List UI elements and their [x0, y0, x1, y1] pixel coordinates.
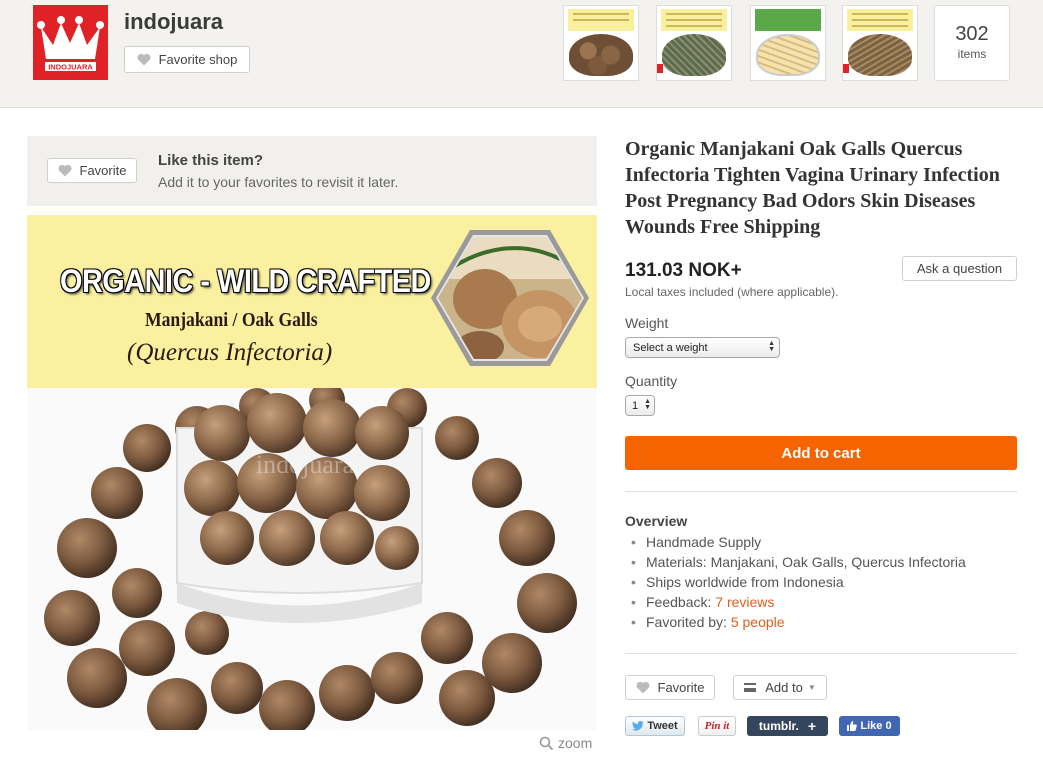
shop-item-thumbnail[interactable]: [656, 5, 732, 81]
reviews-link[interactable]: 7 reviews: [715, 594, 774, 610]
quantity-label: Quantity: [625, 373, 678, 389]
banner-subtitle: Manjakani / Oak Galls: [145, 309, 318, 331]
overview-item-text: Favorited by:: [646, 614, 731, 630]
weight-select[interactable]: Select a weight ▲ ▼: [625, 337, 780, 358]
thumbnail-text-line: [666, 19, 722, 21]
favorite-shop-label: Favorite shop: [158, 52, 238, 67]
thumbs-up-icon: [847, 721, 858, 731]
thumbnail-text-line: [666, 25, 722, 27]
overview-item: • Ships worldwide from Indonesia: [631, 574, 844, 590]
thumbnail-text-line: [573, 13, 629, 15]
quantity-select[interactable]: 1 ▲ ▼: [625, 395, 655, 416]
quantity-value: 1: [632, 399, 639, 412]
items-label: items: [957, 47, 987, 61]
image-banner: ORGANIC - WILD CRAFTED Manjakani / Oak G…: [27, 215, 597, 388]
items-count: 302: [955, 23, 989, 45]
listing-title: Organic Manjakani Oak Galls Quercus Infe…: [625, 138, 1000, 238]
chevron-down-icon: ▼: [807, 683, 816, 692]
favorite-item-button[interactable]: Favorite: [47, 158, 137, 183]
favorite-prompt: Favorite Like this item? Add it to your …: [27, 136, 597, 206]
thumbnail-flag: [843, 64, 849, 73]
thumbnail-product: [756, 34, 820, 76]
tumblr-button[interactable]: tumblr. +: [747, 716, 828, 736]
favorite-shop-button[interactable]: Favorite shop: [124, 46, 250, 73]
tweet-button[interactable]: Tweet: [625, 716, 685, 736]
magnifier-icon: [539, 736, 554, 750]
logo-text: INDOJUARA: [48, 63, 93, 72]
tumblr-label: tumblr.: [758, 719, 799, 733]
zoom-label: zoom: [558, 735, 593, 751]
watermark: indojuara: [256, 450, 355, 479]
overview-item-text: Materials: Manjakani, Oak Galls, Quercus…: [646, 554, 966, 570]
thumbnail-text-line: [852, 25, 908, 27]
tweet-label: Tweet: [647, 720, 678, 732]
thumbnail-text-line: [666, 13, 722, 15]
thumbnail-product: [848, 34, 912, 76]
overview-item-text: Feedback:: [646, 594, 716, 610]
overview-title: Overview: [625, 513, 688, 529]
product-image[interactable]: ORGANIC - WILD CRAFTED Manjakani / Oak G…: [27, 215, 597, 730]
overview-item: • Materials: Manjakani, Oak Galls, Quercu…: [631, 554, 966, 570]
ask-question-button[interactable]: Ask a question: [902, 256, 1017, 281]
facebook-like-button[interactable]: Like 0: [839, 716, 900, 736]
thumbnail-banner: [755, 9, 821, 31]
zoom-button[interactable]: zoom: [539, 735, 592, 751]
list-icon: [744, 683, 757, 692]
overview-list: • Handmade Supply • Materials: Manjakani, …: [631, 532, 966, 632]
shop-logo[interactable]: INDOJUARA: [33, 5, 108, 80]
weight-select-value: Select a weight: [633, 341, 708, 354]
overview-item-text: Ships worldwide from Indonesia: [646, 574, 844, 590]
select-arrows-icon: ▲ ▼: [644, 398, 651, 411]
heart-icon: [137, 53, 151, 66]
weight-label: Weight: [625, 315, 669, 331]
favorited-by-link[interactable]: 5 people: [731, 614, 785, 630]
like-label: Like 0: [860, 720, 892, 732]
thumbnail-flag: [657, 64, 663, 73]
pinterest-button[interactable]: Pin it: [698, 716, 736, 736]
shop-item-thumbnail[interactable]: [563, 5, 639, 81]
overview-item: • Feedback: 7 reviews: [631, 594, 775, 610]
shop-item-thumbnail[interactable]: [750, 5, 826, 81]
shop-header: INDOJUARA indojuara Favorite shop 302 it…: [0, 0, 1043, 108]
overview-item-text: Handmade Supply: [646, 534, 762, 550]
hexagon-photo: [431, 230, 589, 366]
shop-name[interactable]: indojuara: [124, 9, 223, 35]
thumbnail-product: [662, 34, 726, 76]
thumbnail-product: [569, 34, 633, 76]
oak-galls-photo: indojuara: [27, 388, 597, 730]
overview-item: • Favorited by: 5 people: [631, 614, 785, 630]
select-arrows-icon: ▲ ▼: [768, 340, 775, 353]
overview-item: • Handmade Supply: [631, 534, 762, 550]
plus-icon: +: [807, 718, 817, 734]
crown-icon: INDOJUARA: [37, 16, 104, 72]
heart-icon: [636, 681, 650, 694]
add-to-label: Add to: [765, 680, 803, 695]
favorite-item-button-secondary[interactable]: Favorite: [625, 675, 715, 700]
like-title: Like this item?: [158, 152, 264, 169]
divider: [625, 491, 1017, 492]
banner-headline: ORGANIC - WILD CRAFTED: [60, 263, 431, 299]
thumbnail-text-line: [573, 19, 629, 21]
favorite-item-label: Favorite: [79, 163, 127, 178]
twitter-bird-icon: [632, 721, 645, 731]
listing-price: 131.03 NOK+: [625, 260, 742, 281]
divider: [625, 653, 1017, 654]
tax-note: Local taxes included (where applicable).: [625, 285, 839, 299]
like-subtitle: Add it to your favorites to revisit it l…: [158, 174, 399, 190]
thumbnail-text-line: [852, 19, 908, 21]
thumbnail-text-line: [852, 13, 908, 15]
add-to-list-button[interactable]: Add to ▼: [733, 675, 827, 700]
favorite-label: Favorite: [657, 680, 705, 695]
heart-icon: [58, 164, 72, 177]
items-count-box[interactable]: 302 items: [934, 5, 1010, 81]
shop-item-thumbnail[interactable]: [842, 5, 918, 81]
add-to-cart-button[interactable]: Add to cart: [625, 436, 1017, 470]
banner-latin-name: (Quercus Infectoria): [127, 339, 333, 366]
